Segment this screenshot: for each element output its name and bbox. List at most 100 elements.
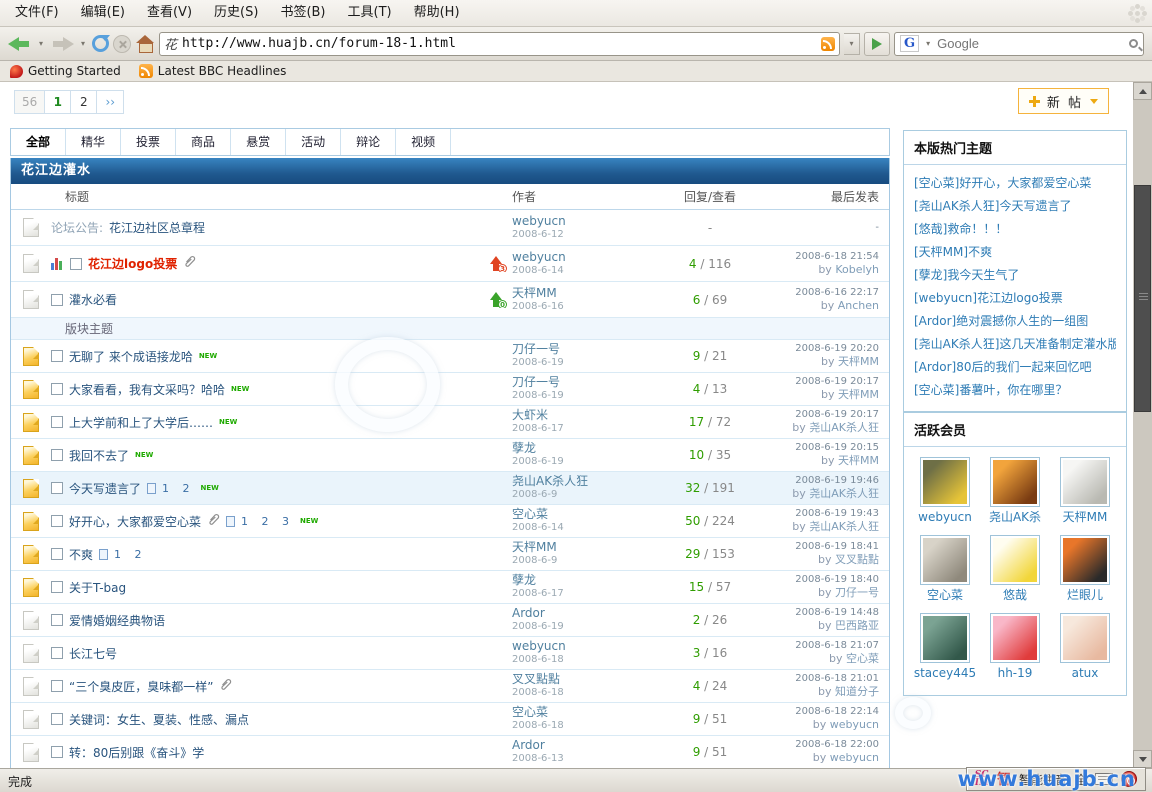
hot-topic-link-4[interactable]: [孽龙]我今天生气了 xyxy=(914,264,1116,287)
topic-title-link[interactable]: 关键词：女生、夏装、性感、漏点 xyxy=(69,711,249,728)
forward-button[interactable] xyxy=(50,31,74,57)
member-name-link[interactable]: 悠哉 xyxy=(980,585,1050,605)
rss-feed-icon[interactable] xyxy=(821,37,835,51)
menu-item-5[interactable]: 工具(T) xyxy=(337,0,403,26)
topic-checkbox[interactable] xyxy=(51,515,63,527)
hot-topic-link-9[interactable]: [空心菜]番薯叶，你在哪里？ xyxy=(914,379,1116,402)
tab-5[interactable]: 活动 xyxy=(286,129,341,155)
avatar[interactable] xyxy=(1060,457,1110,507)
topic-page-links[interactable]: 1 2 3 xyxy=(241,515,294,528)
avatar[interactable] xyxy=(990,457,1040,507)
member-name-link[interactable]: 尧山AK杀 xyxy=(980,507,1050,527)
pagination-2[interactable]: 2 xyxy=(71,91,97,113)
author-link[interactable]: 孽龙 xyxy=(512,573,660,588)
go-button[interactable] xyxy=(864,32,890,56)
lastpost-author-link[interactable]: 天枰MM xyxy=(838,355,879,368)
topic-checkbox[interactable] xyxy=(51,713,63,725)
search-input[interactable] xyxy=(937,36,1125,51)
tab-2[interactable]: 投票 xyxy=(121,129,176,155)
lastpost-author-link[interactable]: 天枰MM xyxy=(838,454,879,467)
topic-title-link[interactable]: 上大学前和上了大学后…… xyxy=(69,414,213,431)
lastpost-author-link[interactable]: 天枰MM xyxy=(838,388,879,401)
lastpost-author-link[interactable]: webyucn xyxy=(830,718,879,731)
lastpost-author-link[interactable]: Anchen xyxy=(838,299,879,312)
menu-item-6[interactable]: 帮助(H) xyxy=(403,0,471,26)
topic-title-link[interactable]: 转：80后别跟《奋斗》学 xyxy=(69,744,204,761)
lastpost-author-link[interactable]: 尧山AK杀人狂 xyxy=(809,421,879,434)
keyboard-icon[interactable] xyxy=(1095,773,1113,785)
topic-checkbox[interactable] xyxy=(51,647,63,659)
author-link[interactable]: 孽龙 xyxy=(512,441,660,456)
topic-title-link[interactable]: 今天写遗言了 xyxy=(69,480,141,497)
topic-title-link[interactable]: 花江边logo投票 xyxy=(88,255,177,272)
topic-title-link[interactable]: 灌水必看 xyxy=(69,291,117,308)
author-link[interactable]: Ardor xyxy=(512,606,660,621)
vertical-scrollbar[interactable] xyxy=(1133,82,1152,768)
menu-item-3[interactable]: 历史(S) xyxy=(203,0,269,26)
lastpost-author-link[interactable]: 叉叉點點 xyxy=(835,553,879,566)
reload-button[interactable] xyxy=(92,31,109,57)
scrollbar-thumb[interactable] xyxy=(1134,185,1151,412)
ime-menu-icon[interactable] xyxy=(1121,771,1137,787)
menu-item-2[interactable]: 查看(V) xyxy=(136,0,203,26)
tab-4[interactable]: 悬赏 xyxy=(231,129,286,155)
menu-item-4[interactable]: 书签(B) xyxy=(269,0,336,26)
bookmark-getting-started[interactable]: Getting Started xyxy=(10,64,121,78)
ime-toolbar[interactable]: SCIM 智 智能拼音 全 xyxy=(966,767,1146,791)
hot-topic-link-1[interactable]: [尧山AK杀人狂]今天写遗言了 xyxy=(914,195,1116,218)
tab-3[interactable]: 商品 xyxy=(176,129,231,155)
topic-checkbox[interactable] xyxy=(51,581,63,593)
topic-checkbox[interactable] xyxy=(51,383,63,395)
avatar[interactable] xyxy=(1060,613,1110,663)
topic-title-link[interactable]: 花江边社区总章程 xyxy=(109,219,205,236)
topic-page-links[interactable]: 1 2 xyxy=(162,482,195,495)
bookmark-latest-bbc-headlines[interactable]: Latest BBC Headlines xyxy=(139,64,287,78)
member-name-link[interactable]: webyucn xyxy=(910,507,980,527)
scroll-up-button[interactable] xyxy=(1133,82,1152,100)
address-bar[interactable]: 花 xyxy=(159,32,840,56)
author-link[interactable]: 大虾米 xyxy=(512,408,660,423)
topic-title-link[interactable]: 好开心，大家都爱空心菜 xyxy=(69,513,201,530)
topic-title-link[interactable]: 关于T-bag xyxy=(69,579,126,596)
hot-topic-link-3[interactable]: [天枰MM]不爽 xyxy=(914,241,1116,264)
topic-checkbox[interactable] xyxy=(51,614,63,626)
lastpost-author-link[interactable]: 巴西路亚 xyxy=(835,619,879,632)
author-link[interactable]: webyucn xyxy=(512,214,660,229)
ime-engine-name[interactable]: 智能拼音 xyxy=(1019,771,1067,788)
tab-1[interactable]: 精华 xyxy=(66,129,121,155)
search-icon[interactable] xyxy=(1129,39,1138,48)
author-link[interactable]: webyucn xyxy=(512,250,660,265)
lastpost-author-link[interactable]: webyucn xyxy=(830,751,879,764)
author-link[interactable]: 刀仔一号 xyxy=(512,375,660,390)
topic-page-links[interactable]: 1 2 xyxy=(114,548,147,561)
lastpost-author-link[interactable]: 尧山AK杀人狂 xyxy=(809,520,879,533)
menu-item-0[interactable]: 文件(F) xyxy=(4,0,70,26)
scroll-down-button[interactable] xyxy=(1133,750,1152,768)
lastpost-author-link[interactable]: Kobelyh xyxy=(835,263,879,276)
topic-checkbox[interactable] xyxy=(70,258,82,270)
new-post-button[interactable]: 新 帖 xyxy=(1018,88,1109,114)
lastpost-author-link[interactable]: 空心菜 xyxy=(846,652,879,665)
avatar[interactable] xyxy=(990,535,1040,585)
member-name-link[interactable]: atux xyxy=(1050,663,1120,683)
topic-checkbox[interactable] xyxy=(51,548,63,560)
topic-checkbox[interactable] xyxy=(51,680,63,692)
lastpost-author-link[interactable]: 尧山AK杀人狂 xyxy=(809,487,879,500)
topic-checkbox[interactable] xyxy=(51,416,63,428)
author-link[interactable]: 天枰MM xyxy=(512,286,660,301)
avatar[interactable] xyxy=(920,613,970,663)
member-name-link[interactable]: 烂眼儿 xyxy=(1050,585,1120,605)
member-name-link[interactable]: stacey445 xyxy=(910,663,980,683)
member-name-link[interactable]: 空心菜 xyxy=(910,585,980,605)
author-link[interactable]: Ardor xyxy=(512,738,660,753)
topic-checkbox[interactable] xyxy=(51,294,63,306)
author-link[interactable]: webyucn xyxy=(512,639,660,654)
search-engine-dropdown[interactable]: ▾ xyxy=(923,39,933,48)
topic-checkbox[interactable] xyxy=(51,350,63,362)
pagination-1[interactable]: 1 xyxy=(45,91,71,113)
avatar[interactable] xyxy=(920,535,970,585)
back-button[interactable] xyxy=(8,31,32,57)
member-name-link[interactable]: hh-19 xyxy=(980,663,1050,683)
tab-7[interactable]: 视频 xyxy=(396,129,451,155)
ime-language-button[interactable]: 智 xyxy=(997,769,1011,789)
